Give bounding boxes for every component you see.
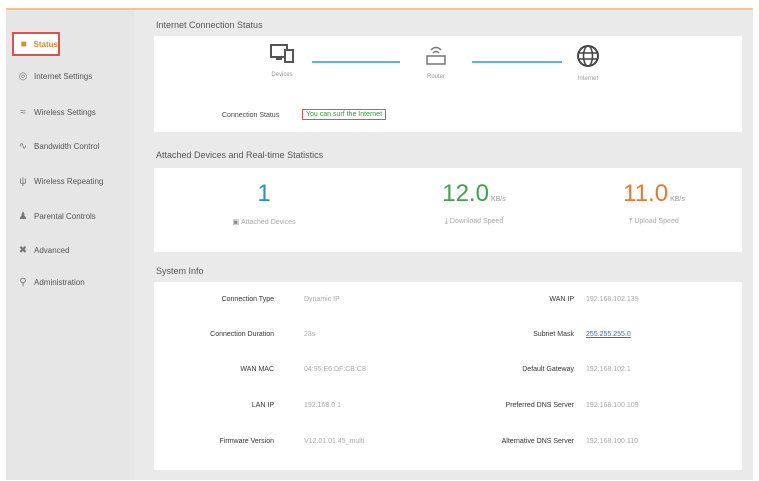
devices-icon: ▣ xyxy=(232,219,240,226)
connection-status-label: Connection Status xyxy=(222,112,280,119)
alternative-dns-value: 192.168.100.110 xyxy=(586,438,639,445)
firmware-version-value: V12.01.01.45_multi xyxy=(304,438,365,445)
upload-speed-caption: ⤒ Upload Speed xyxy=(584,218,724,226)
download-speed-label: Download Speed xyxy=(449,218,504,225)
system-section-title: System Info xyxy=(156,266,204,276)
connection-duration-label: Connection Duration xyxy=(210,331,274,338)
wan-ip-value: 192.168.102.139 xyxy=(586,296,639,303)
upload-speed-value-row: 11.0 KB/s xyxy=(584,180,724,208)
lan-ip-label: LAN IP xyxy=(251,402,274,409)
firmware-version-label: Firmware Version xyxy=(219,438,274,445)
download-speed-value-row: 12.0 KB/s xyxy=(404,180,544,208)
parental-icon: ♟ xyxy=(18,210,28,222)
router-admin-frame: ■ Status ◎ Internet Settings ≈ Wireless … xyxy=(6,8,753,480)
upload-speed-label: Upload Speed xyxy=(634,218,679,225)
attached-devices-stat[interactable]: 1 ▣ Attached Devices xyxy=(204,180,324,226)
connection-section-title: Internet Connection Status xyxy=(156,20,263,30)
sidebar-item-label: Administration xyxy=(34,277,85,287)
download-speed-unit: KB/s xyxy=(490,196,506,203)
sidebar-item-label: Wireless Settings xyxy=(34,107,96,117)
monitor-icon xyxy=(252,44,312,70)
admin-icon: ⚲ xyxy=(19,276,27,288)
sidebar-item-label: Status xyxy=(33,39,58,49)
connection-duration-value: 23s xyxy=(304,331,316,338)
sidebar-item-bandwidth-control[interactable]: ∿ Bandwidth Control xyxy=(6,132,134,160)
sidebar-item-label: Parental Controls xyxy=(34,211,96,221)
download-speed-stat: 12.0 KB/s ⤓ Download Speed xyxy=(404,180,544,226)
wan-mac-label: WAN MAC xyxy=(240,366,274,373)
devices-label: Devices xyxy=(271,72,293,78)
sidebar-item-administration[interactable]: ⚲ Administration xyxy=(6,268,134,296)
sidebar-item-label: Bandwidth Control xyxy=(34,141,100,151)
sidebar-item-label: Advanced xyxy=(34,245,70,255)
sidebar-item-internet-settings[interactable]: ◎ Internet Settings xyxy=(6,62,134,90)
main-content: Internet Connection Status Devices Route… xyxy=(142,10,753,480)
connection-panel: Devices Router Internet Connection Statu… xyxy=(154,36,742,132)
subnet-mask-link[interactable]: 255.255.255.0 xyxy=(586,331,631,338)
upload-icon: ⤒ xyxy=(629,218,633,225)
sidebar-item-wireless-settings[interactable]: ≈ Wireless Settings xyxy=(6,98,134,126)
subnet-mask-label: Subnet Mask xyxy=(533,331,574,338)
status-icon: ■ xyxy=(20,38,27,50)
sidebar-item-label: Internet Settings xyxy=(34,71,93,81)
globe-icon: ◎ xyxy=(18,70,28,82)
internet-label: Internet xyxy=(577,76,599,82)
connection-type-value: Dynamic IP xyxy=(304,296,340,303)
sidebar: ■ Status ◎ Internet Settings ≈ Wireless … xyxy=(6,10,134,480)
sidebar-item-advanced[interactable]: ✖ Advanced xyxy=(6,236,134,264)
alternative-dns-label: Alternative DNS Server xyxy=(501,438,574,445)
internet-node: Internet xyxy=(558,44,618,82)
bandwidth-icon: ∿ xyxy=(18,140,28,152)
router-label: Router xyxy=(426,74,445,80)
devices-node: Devices xyxy=(252,44,312,78)
default-gateway-label: Default Gateway xyxy=(522,366,574,373)
attached-devices-label: Attached Devices xyxy=(241,219,296,226)
upload-speed-unit: KB/s xyxy=(670,196,685,203)
devices-router-link xyxy=(312,61,400,63)
router-node: Router xyxy=(406,44,466,80)
globe-icon xyxy=(558,44,618,74)
sidebar-item-wireless-repeating[interactable]: ψ Wireless Repeating xyxy=(6,167,134,195)
attached-devices-caption: ▣ Attached Devices xyxy=(204,218,324,226)
router-icon xyxy=(406,44,466,72)
connection-status-value: You can surf the Internet xyxy=(302,109,387,120)
wan-ip-label: WAN IP xyxy=(549,296,574,303)
download-speed-value: 12.0 xyxy=(442,180,489,207)
attached-devices-count: 1 xyxy=(257,180,271,207)
preferred-dns-label: Preferred DNS Server xyxy=(505,402,574,409)
sidebar-item-status[interactable]: ■ Status xyxy=(12,32,60,56)
tools-icon: ✖ xyxy=(18,244,28,256)
lan-ip-value: 192.168.0.1 xyxy=(304,402,341,409)
antenna-icon: ψ xyxy=(19,175,27,187)
wifi-icon: ≈ xyxy=(20,106,26,118)
download-icon: ⤓ xyxy=(444,218,448,225)
preferred-dns-value: 192.168.100.109 xyxy=(586,402,639,409)
default-gateway-value: 192.168.102.1 xyxy=(586,366,631,373)
download-speed-caption: ⤓ Download Speed xyxy=(404,218,544,226)
stats-panel: 1 ▣ Attached Devices 12.0 KB/s ⤓ Download S… xyxy=(154,168,742,252)
upload-speed-stat: 11.0 KB/s ⤒ Upload Speed xyxy=(584,180,724,226)
wan-mac-value: 04:95:E6:DF:CB:C8 xyxy=(304,366,366,373)
router-internet-link xyxy=(472,61,562,63)
stats-section-title: Attached Devices and Real-time Statistic… xyxy=(156,150,324,160)
upload-speed-value: 11.0 xyxy=(623,180,669,207)
system-info-panel: Connection Type Dynamic IP Connection Du… xyxy=(154,282,742,470)
connection-type-label: Connection Type xyxy=(221,296,274,303)
sidebar-item-label: Wireless Repeating xyxy=(34,176,104,186)
sidebar-item-parental-controls[interactable]: ♟ Parental Controls xyxy=(6,202,134,230)
